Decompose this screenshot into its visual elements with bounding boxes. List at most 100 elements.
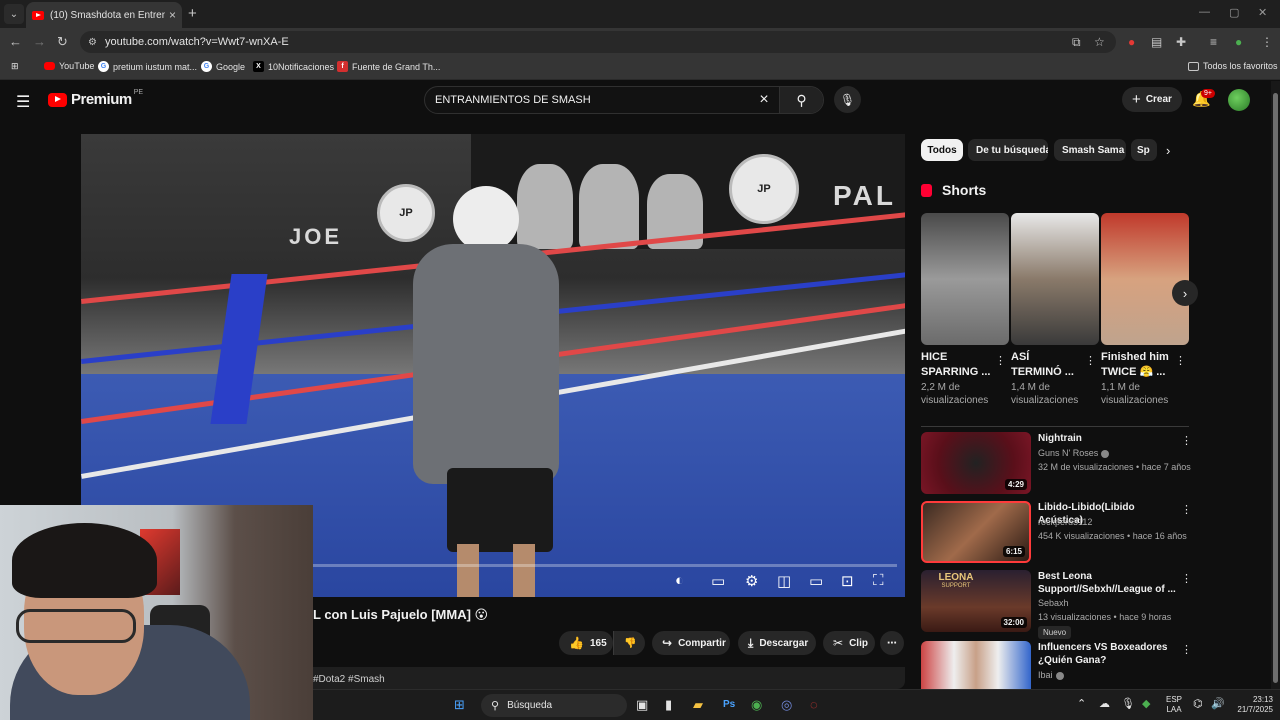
- video-more-icon[interactable]: ⋮: [1181, 434, 1192, 447]
- chip-todos[interactable]: Todos: [921, 139, 963, 161]
- photoshop-icon[interactable]: Ps: [723, 699, 735, 710]
- microphone-icon[interactable]: 🎙: [1121, 697, 1135, 710]
- apps-icon[interactable]: ⊞: [11, 61, 19, 72]
- short-item[interactable]: ASÍ TERMINÓ ... ⋮ 1,4 M de visualizacion…: [1011, 213, 1099, 406]
- video-thumbnail[interactable]: 6:15: [921, 501, 1031, 563]
- short-title[interactable]: ASÍ TERMINÓ ...: [1011, 350, 1083, 380]
- extensions-puzzle-icon[interactable]: ✚: [1176, 35, 1186, 49]
- short-thumbnail[interactable]: [1011, 213, 1099, 345]
- taskbar-clock[interactable]: 23:13 21/7/2025: [1233, 695, 1273, 715]
- avatar[interactable]: [1228, 89, 1250, 111]
- bookmark-fuente[interactable]: f Fuente de Grand Th...: [337, 61, 440, 72]
- chip-more[interactable]: Sp: [1131, 139, 1157, 161]
- settings-gear-icon[interactable]: ⚙: [745, 572, 758, 590]
- scrollbar-thumb[interactable]: [1273, 93, 1278, 683]
- restore-icon[interactable]: ▢: [1229, 6, 1239, 19]
- volume-icon[interactable]: 🔊: [1211, 697, 1225, 710]
- taskbar-search[interactable]: ⚲ Búsqueda: [481, 694, 627, 717]
- chrome-icon[interactable]: ◉: [751, 697, 762, 713]
- fullscreen-icon[interactable]: ⛶: [873, 572, 884, 589]
- page-scrollbar[interactable]: [1271, 81, 1280, 693]
- video-title[interactable]: Nightrain: [1038, 432, 1178, 445]
- reload-icon[interactable]: ↻: [57, 34, 68, 50]
- short-more-icon[interactable]: ⋮: [1085, 354, 1096, 367]
- security-icon[interactable]: ◆: [1142, 697, 1150, 710]
- search-button[interactable]: ⚲: [779, 87, 823, 113]
- chip-de-tu-busqueda[interactable]: De tu búsqueda: [968, 139, 1048, 161]
- window-close-icon[interactable]: ✕: [1258, 6, 1267, 19]
- cast-icon[interactable]: ⊡: [841, 572, 854, 590]
- shorts-next-button[interactable]: ›: [1172, 280, 1198, 306]
- tab-search-icon[interactable]: ⌄: [4, 4, 24, 24]
- related-video[interactable]: Influencers VS Boxeadores ¿Quién Gana? I…: [921, 641, 1189, 689]
- channel-name[interactable]: rockperu3112: [1038, 517, 1092, 527]
- extension-record-icon[interactable]: ●: [1128, 35, 1135, 49]
- browser-menu-icon[interactable]: ⋮: [1261, 35, 1273, 49]
- share-button[interactable]: ↪ Compartir: [652, 631, 730, 655]
- video-progress-bar[interactable]: [313, 564, 897, 567]
- video-thumbnail[interactable]: LEONA SUPPORT 32:00: [921, 570, 1031, 632]
- discord-icon[interactable]: ◎: [781, 697, 792, 713]
- bookmark-star-icon[interactable]: ☆: [1094, 35, 1105, 49]
- address-bar[interactable]: ⚙ youtube.com/watch?v=Wwt7-wnXA-E: [80, 31, 1116, 53]
- autoplay-toggle-icon[interactable]: ◐: [675, 572, 684, 589]
- language-indicator[interactable]: ESP LAA: [1166, 695, 1182, 715]
- video-thumbnail[interactable]: [921, 641, 1031, 689]
- menu-icon[interactable]: ☰: [16, 92, 30, 112]
- channel-name[interactable]: Sebaxh: [1038, 598, 1069, 608]
- browser-tab[interactable]: (10) Smashdota en Entrenamiento ×: [26, 2, 182, 28]
- video-more-icon[interactable]: ⋮: [1181, 572, 1192, 585]
- bookmark-youtube[interactable]: YouTube: [44, 61, 94, 71]
- short-thumbnail[interactable]: [1101, 213, 1189, 345]
- related-video[interactable]: 6:15 Libido-Libido(Libido Acústica) rock…: [921, 501, 1192, 563]
- like-button[interactable]: 👍 165: [559, 631, 613, 655]
- search-input[interactable]: ENTRANMIENTOS DE SMASH: [425, 94, 749, 106]
- task-view-icon[interactable]: ▣: [636, 697, 648, 713]
- theater-mode-icon[interactable]: ▭: [809, 572, 823, 590]
- file-explorer-icon[interactable]: ▰: [693, 697, 703, 713]
- video-thumbnail[interactable]: 4:29: [921, 432, 1031, 494]
- short-item[interactable]: HICE SPARRING ... ⋮ 2,2 M de visualizaci…: [921, 213, 1009, 406]
- chip-smash-sama[interactable]: Smash Sama: [1054, 139, 1126, 161]
- all-bookmarks[interactable]: Todos los favoritos: [1188, 61, 1278, 71]
- related-video[interactable]: 4:29 Nightrain Guns N' Roses 32 M de vis…: [921, 432, 1192, 494]
- chevron-right-icon[interactable]: ›: [1166, 143, 1170, 158]
- youtube-premium-logo[interactable]: Premium PE: [48, 89, 143, 108]
- show-hidden-icons-icon[interactable]: ⌃: [1077, 697, 1086, 710]
- download-button[interactable]: ⤓ Descargar: [738, 631, 816, 655]
- bookmark-google[interactable]: G Google: [201, 61, 245, 72]
- back-icon[interactable]: ←: [9, 34, 22, 49]
- taskbar-app-icon[interactable]: ▮: [665, 697, 672, 713]
- clip-button[interactable]: ✂ Clip: [823, 631, 875, 655]
- install-app-icon[interactable]: ⧉: [1072, 35, 1081, 50]
- dislike-button[interactable]: 👎: [613, 631, 645, 655]
- site-info-icon[interactable]: ⚙: [88, 37, 97, 48]
- short-title[interactable]: Finished him TWICE 😤 ...: [1101, 350, 1173, 380]
- tab-close-icon[interactable]: ×: [169, 8, 176, 22]
- video-title[interactable]: Best Leona Support//Sebxh//League of ...: [1038, 570, 1178, 596]
- clear-search-icon[interactable]: ×: [749, 91, 779, 109]
- forward-icon[interactable]: →: [33, 34, 46, 49]
- bookmark-x[interactable]: X 10Notificaciones: [253, 61, 334, 72]
- miniplayer-icon[interactable]: ◫: [777, 572, 791, 590]
- related-video[interactable]: LEONA SUPPORT 32:00 Best Leona Support//…: [921, 570, 1192, 639]
- create-button[interactable]: + Crear: [1122, 87, 1182, 112]
- subtitles-icon[interactable]: ▭: [711, 572, 725, 590]
- short-more-icon[interactable]: ⋮: [995, 354, 1006, 367]
- short-more-icon[interactable]: ⋮: [1175, 354, 1186, 367]
- new-tab-icon[interactable]: +: [188, 5, 197, 22]
- cloud-icon[interactable]: ☁: [1099, 697, 1110, 710]
- network-icon[interactable]: ⌬: [1193, 697, 1203, 710]
- minimize-icon[interactable]: —: [1199, 6, 1210, 18]
- more-actions-button[interactable]: ⋯: [880, 631, 904, 655]
- video-title[interactable]: Influencers VS Boxeadores ¿Quién Gana?: [1038, 641, 1178, 667]
- video-more-icon[interactable]: ⋮: [1181, 503, 1192, 516]
- video-more-icon[interactable]: ⋮: [1181, 643, 1189, 656]
- short-thumbnail[interactable]: [921, 213, 1009, 345]
- windows-start-icon[interactable]: ⊞: [454, 697, 465, 713]
- short-item[interactable]: Finished him TWICE 😤 ... ⋮ 1,1 M de visu…: [1101, 213, 1189, 406]
- channel-name[interactable]: Guns N' Roses: [1038, 448, 1110, 458]
- bookmark-pretium[interactable]: Gpretium iustum mat...: [98, 61, 197, 72]
- short-title[interactable]: HICE SPARRING ...: [921, 350, 993, 380]
- voice-search-button[interactable]: 🎙: [834, 86, 861, 113]
